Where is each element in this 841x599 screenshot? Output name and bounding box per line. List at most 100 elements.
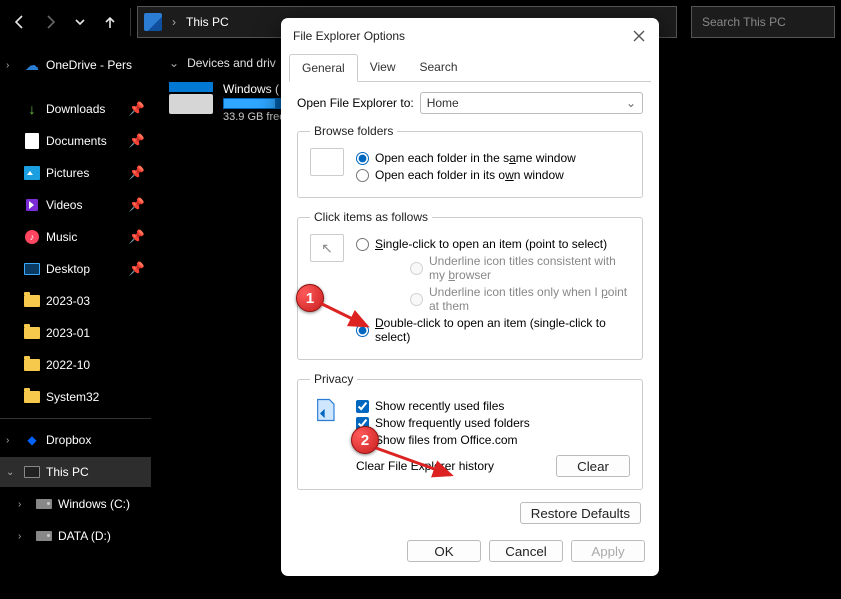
radio-double-click[interactable]: Double-click to open an item (single-cli…: [356, 316, 630, 344]
checkbox-input[interactable]: [356, 400, 369, 413]
tree-label: Documents: [46, 134, 107, 148]
drive-icon: [169, 82, 213, 114]
chevron-right-icon[interactable]: ›: [6, 435, 18, 446]
tab-view[interactable]: View: [358, 54, 408, 81]
tree-item-music[interactable]: ♪ Music 📌: [0, 222, 151, 252]
tree-label: Dropbox: [46, 433, 91, 447]
tree-item-folder[interactable]: System32: [0, 382, 151, 412]
separator: [130, 8, 131, 36]
clear-history-label: Clear File Explorer history: [356, 459, 494, 473]
tree-item-folder[interactable]: 2022-10: [0, 350, 151, 380]
browse-folders-group: Browse folders Open each folder in the s…: [297, 124, 643, 198]
tree-label: This PC: [46, 465, 89, 479]
nav-tree: › ☁ OneDrive - Pers ↓ Downloads 📌 Docume…: [0, 44, 151, 599]
tree-label: Windows (C:): [58, 497, 130, 511]
forward-button[interactable]: [36, 8, 64, 36]
search-input[interactable]: Search This PC: [691, 6, 835, 38]
tree-item-downloads[interactable]: ↓ Downloads 📌: [0, 94, 151, 124]
click-icon: ↖: [310, 234, 344, 262]
tree-label: Downloads: [46, 102, 105, 116]
radio-input: [410, 293, 423, 306]
pin-icon: 📌: [129, 133, 145, 149]
group-legend: Click items as follows: [310, 210, 432, 224]
cloud-icon: ☁: [24, 57, 40, 73]
radio-input[interactable]: [356, 238, 369, 251]
tree-label: 2023-01: [46, 326, 90, 340]
cancel-button[interactable]: Cancel: [489, 540, 563, 562]
document-icon: [24, 133, 40, 149]
drive-name: Windows (: [223, 82, 285, 96]
radio-input[interactable]: [356, 152, 369, 165]
tree-item-drive[interactable]: › Windows (C:): [0, 489, 151, 519]
pin-icon: 📌: [129, 197, 145, 213]
file-explorer-options-dialog: File Explorer Options General View Searc…: [281, 18, 659, 576]
clear-button[interactable]: Clear: [556, 455, 630, 477]
annotation-badge-1: 1: [296, 284, 324, 312]
radio-input[interactable]: [356, 324, 369, 337]
pin-icon: 📌: [129, 261, 145, 277]
tree-item-pictures[interactable]: Pictures 📌: [0, 158, 151, 188]
tree-item-this-pc[interactable]: ⌄ This PC: [0, 457, 151, 487]
breadcrumb[interactable]: This PC: [186, 15, 229, 29]
tree-item-folder[interactable]: 2023-03: [0, 286, 151, 316]
chevron-right-icon[interactable]: ›: [18, 531, 30, 542]
recent-locations-button[interactable]: [66, 8, 94, 36]
pc-icon: [144, 13, 162, 31]
click-items-group: Click items as follows ↖ Single-click to…: [297, 210, 643, 360]
radio-same-window[interactable]: Open each folder in the same window: [356, 151, 630, 165]
tree-item-documents[interactable]: Documents 📌: [0, 126, 151, 156]
tree-item-dropbox[interactable]: › ◆ Dropbox: [0, 425, 151, 455]
tree-item-onedrive[interactable]: › ☁ OneDrive - Pers: [0, 50, 151, 80]
radio-underline-point: Underline icon titles only when I point …: [410, 285, 630, 313]
folder-icon: [24, 389, 40, 405]
tree-label: DATA (D:): [58, 529, 111, 543]
ok-button[interactable]: OK: [407, 540, 481, 562]
back-button[interactable]: [6, 8, 34, 36]
chevron-down-icon[interactable]: ⌄: [6, 467, 18, 478]
music-icon: ♪: [24, 229, 40, 245]
search-placeholder: Search This PC: [702, 15, 786, 29]
browse-icon: [310, 148, 344, 176]
tree-item-drive[interactable]: › DATA (D:): [0, 521, 151, 551]
drive-icon: [36, 528, 52, 544]
capacity-bar: [223, 98, 285, 109]
tree-item-desktop[interactable]: Desktop 📌: [0, 254, 151, 284]
tree-label: Pictures: [46, 166, 89, 180]
radio-own-window[interactable]: Open each folder in its own window: [356, 168, 630, 182]
chevron-down-icon[interactable]: ⌄: [169, 56, 179, 70]
chevron-right-icon[interactable]: ›: [6, 60, 18, 71]
picture-icon: [24, 165, 40, 181]
open-to-combobox[interactable]: Home ⌄: [420, 92, 643, 114]
close-button[interactable]: [627, 24, 651, 48]
pc-icon: [24, 464, 40, 480]
checkbox-recent-files[interactable]: Show recently used files: [356, 399, 630, 413]
checkbox-office-files[interactable]: Show files from Office.com: [356, 433, 630, 447]
radio-input[interactable]: [356, 169, 369, 182]
up-button[interactable]: [96, 8, 124, 36]
restore-defaults-button[interactable]: Restore Defaults: [520, 502, 641, 524]
pin-icon: 📌: [129, 165, 145, 181]
folder-icon: [24, 325, 40, 341]
checkbox-frequent-folders[interactable]: Show frequently used folders: [356, 416, 630, 430]
video-icon: [24, 197, 40, 213]
tree-label: 2022-10: [46, 358, 90, 372]
tab-search[interactable]: Search: [408, 54, 470, 81]
dialog-tabs: General View Search: [289, 54, 651, 82]
apply-button[interactable]: Apply: [571, 540, 645, 562]
radio-single-click[interactable]: Single-click to open an item (point to s…: [356, 237, 630, 251]
radio-input: [410, 262, 423, 275]
tree-label: 2023-03: [46, 294, 90, 308]
dialog-titlebar[interactable]: File Explorer Options: [281, 18, 659, 54]
folder-icon: [24, 357, 40, 373]
tree-item-folder[interactable]: 2023-01: [0, 318, 151, 348]
tab-general[interactable]: General: [289, 54, 358, 82]
group-legend: Browse folders: [310, 124, 397, 138]
annotation-badge-2: 2: [351, 426, 379, 454]
tree-label: System32: [46, 390, 99, 404]
chevron-right-icon[interactable]: ›: [18, 499, 30, 510]
drive-icon: [36, 496, 52, 512]
privacy-group: Privacy Show recently used files Show fr…: [297, 372, 643, 490]
tree-item-videos[interactable]: Videos 📌: [0, 190, 151, 220]
drive-free: 33.9 GB free: [223, 111, 285, 123]
crumb-separator-icon: [168, 15, 180, 29]
